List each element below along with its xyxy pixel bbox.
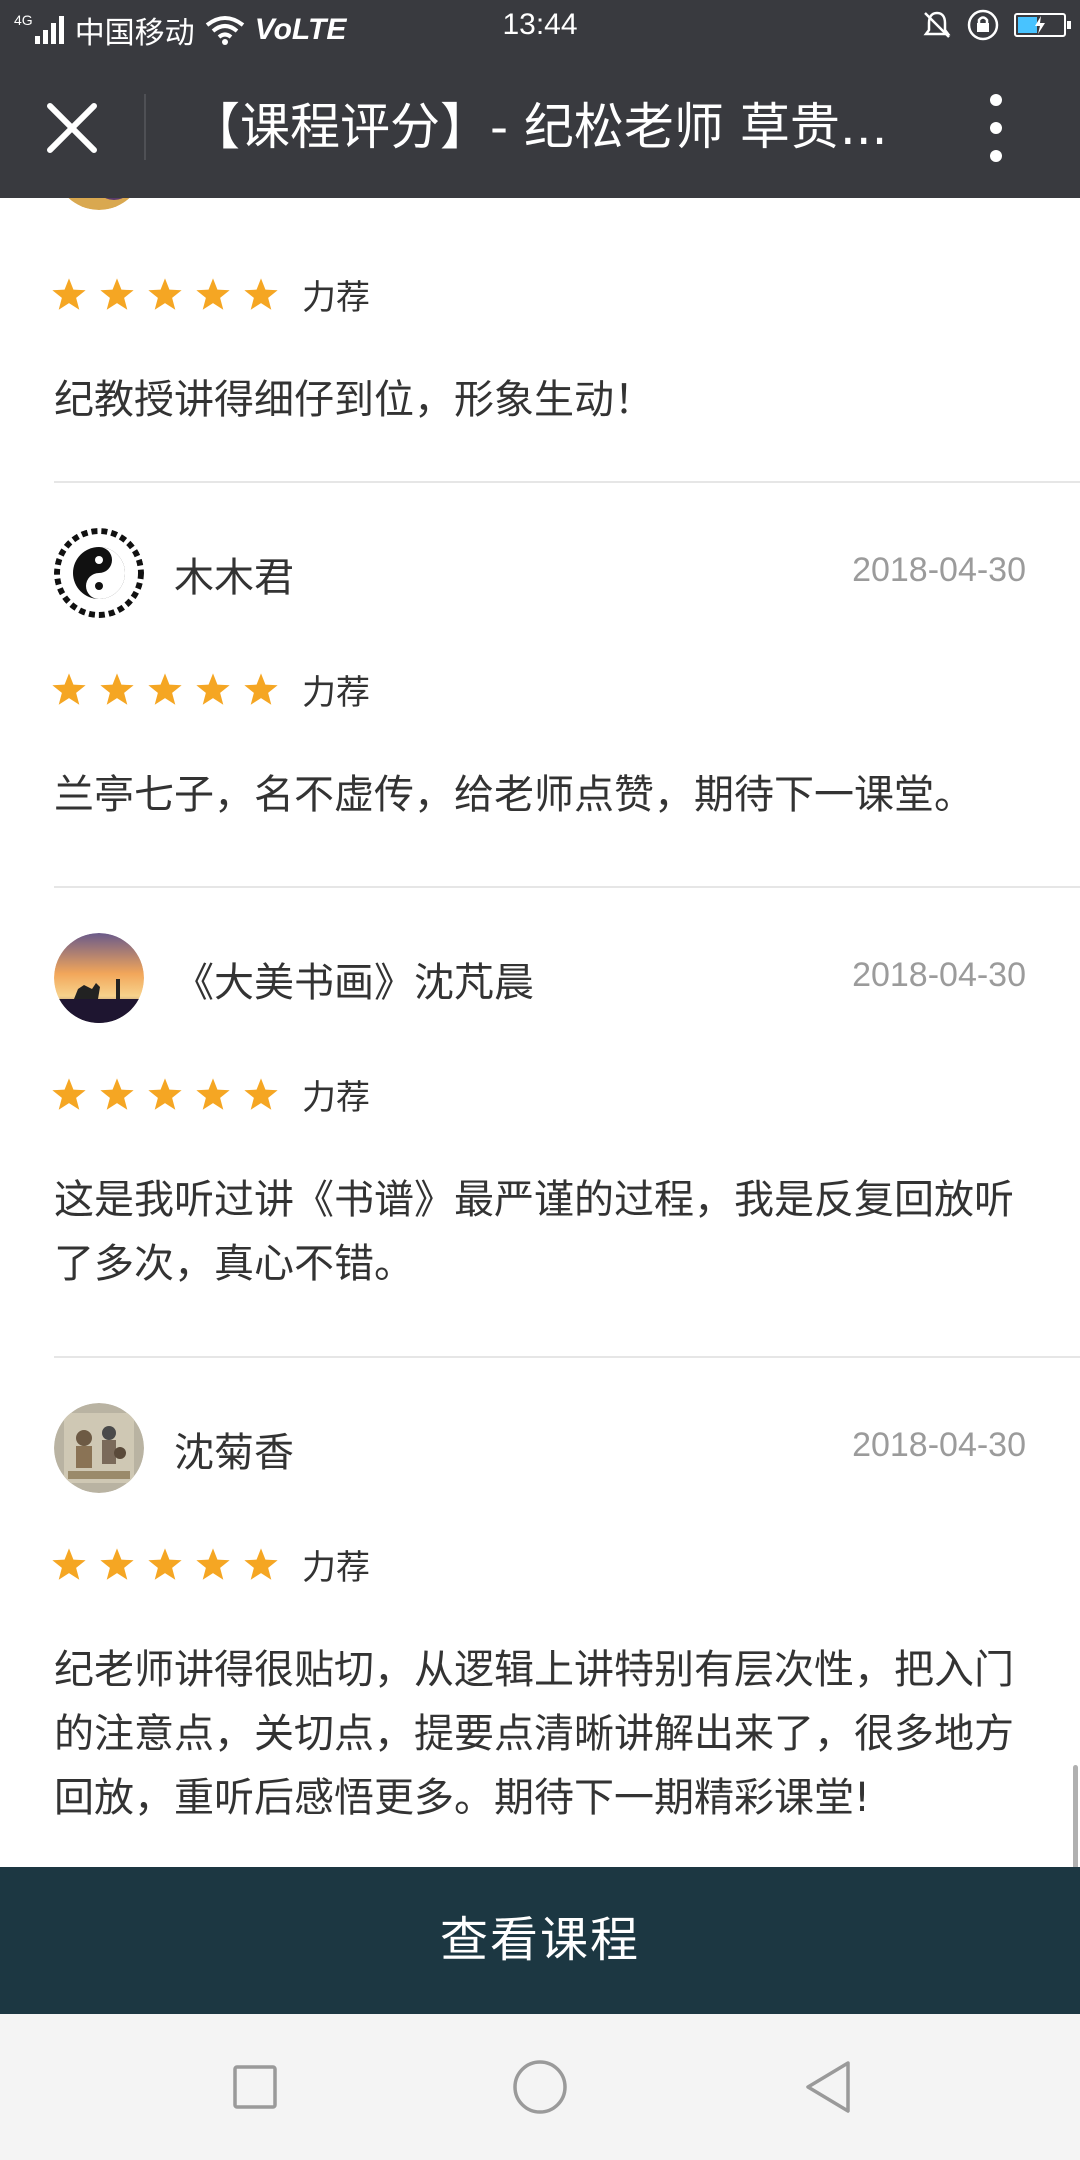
star-rating <box>50 1076 280 1114</box>
clock: 13:44 <box>502 8 578 41</box>
star-icon <box>100 672 134 705</box>
review-text: 兰亭七子，名不虚传，给老师点赞，期待下一课堂。 <box>54 772 974 818</box>
reviewer-name: 木木君 <box>174 555 294 601</box>
star-rating <box>50 671 280 709</box>
star-icon <box>196 1547 230 1580</box>
rating-label: 力荐 <box>302 673 370 713</box>
star-icon <box>52 1547 86 1580</box>
star-icon <box>148 1077 182 1110</box>
star-icon <box>52 672 86 705</box>
review-item: 木木君 2018-04-30 力荐 兰亭七子，名不虚传，给老师点赞，期待下一课堂… <box>0 483 1080 888</box>
close-button[interactable] <box>40 96 104 160</box>
star-icon <box>244 1547 278 1580</box>
star-icon <box>148 1547 182 1580</box>
navigation-bar <box>0 2014 1080 2160</box>
star-icon <box>100 1547 134 1580</box>
review-text: 纪老师讲得很贴切，从逻辑上讲特别有层次性，把入门的注意点，关切点，提要点清晰讲解… <box>54 1647 1014 1821</box>
star-icon <box>52 277 86 310</box>
more-button[interactable] <box>975 90 1017 166</box>
reviewer-name: 《大美书画》沈芃晨 <box>174 960 534 1006</box>
rating: 力荐 <box>50 1070 370 1119</box>
avatar[interactable] <box>54 198 144 210</box>
star-icon <box>100 1077 134 1110</box>
review-text: 这是我听过讲《书谱》最严谨的过程，我是反复回放听了多次，真心不错。 <box>54 1177 1014 1287</box>
review-date: 2018-04-30 <box>852 956 1026 994</box>
review-item: 力荐 纪教授讲得细仔到位，形象生动！ <box>0 198 1080 483</box>
star-icon <box>196 277 230 310</box>
circle-home-icon <box>513 2060 567 2114</box>
close-icon <box>47 103 97 153</box>
star-icon <box>244 277 278 310</box>
rating: 力荐 <box>50 270 370 319</box>
avatar[interactable] <box>54 528 144 618</box>
star-rating <box>50 276 280 314</box>
view-course-button[interactable]: 查看课程 <box>0 1867 1080 2014</box>
star-icon <box>244 1077 278 1110</box>
reviewer-name: 沈菊香 <box>174 1430 294 1476</box>
star-icon <box>244 672 278 705</box>
star-icon <box>196 1077 230 1110</box>
rating-label: 力荐 <box>302 278 370 318</box>
star-rating <box>50 1546 280 1584</box>
home-button[interactable] <box>507 2054 573 2120</box>
review-date: 2018-04-30 <box>852 1426 1026 1464</box>
battery-icon <box>1014 13 1071 37</box>
status-right <box>922 8 1071 42</box>
bell-muted-icon <box>923 11 951 38</box>
status-bar: 4G 中国移动 VoLTE 13:44 <box>0 0 1080 56</box>
rating: 力荐 <box>50 665 370 714</box>
scrollbar[interactable] <box>1073 1765 1078 1867</box>
avatar[interactable] <box>54 933 144 1023</box>
review-date: 2018-04-30 <box>852 551 1026 589</box>
title-bar: 【课程评分】- 纪松老师 草贵... <box>0 56 1080 198</box>
reviews-list[interactable]: 力荐 纪教授讲得细仔到位，形象生动！ 木木君 2018-04-30 力荐 兰亭七… <box>0 198 1080 1867</box>
star-icon <box>100 277 134 310</box>
rotation-lock-icon <box>967 9 999 41</box>
triangle-back-icon <box>806 2061 850 2113</box>
star-icon <box>196 672 230 705</box>
review-text: 纪教授讲得细仔到位，形象生动！ <box>54 377 654 423</box>
avatar[interactable] <box>54 1403 144 1493</box>
more-vertical-icon <box>990 94 1002 162</box>
rating-label: 力荐 <box>302 1548 370 1588</box>
square-recents-icon <box>233 2065 277 2109</box>
star-icon <box>148 672 182 705</box>
review-item: 沈菊香 2018-04-30 力荐 纪老师讲得很贴切，从逻辑上讲特别有层次性，把… <box>0 1358 1080 1867</box>
review-item: 《大美书画》沈芃晨 2018-04-30 力荐 这是我听过讲《书谱》最严谨的过程… <box>0 888 1080 1358</box>
rating-label: 力荐 <box>302 1078 370 1118</box>
star-icon <box>148 277 182 310</box>
star-icon <box>52 1077 86 1110</box>
title-divider <box>144 94 146 160</box>
recents-button[interactable] <box>222 2054 288 2120</box>
page-title: 【课程评分】- 纪松老师 草贵... <box>190 98 888 156</box>
rating: 力荐 <box>50 1540 370 1589</box>
back-button[interactable] <box>796 2054 862 2120</box>
